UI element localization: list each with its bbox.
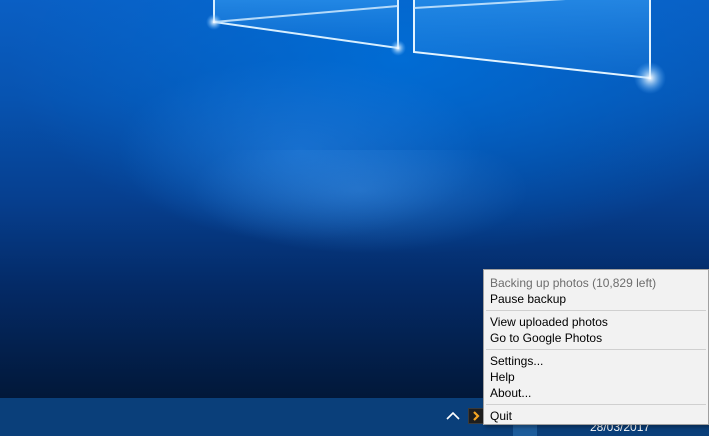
menu-item-view-uploaded-photos[interactable]: View uploaded photos [484, 314, 708, 330]
menu-item-pause-backup[interactable]: Pause backup [484, 291, 708, 307]
menu-item-help[interactable]: Help [484, 369, 708, 385]
menu-separator [486, 310, 706, 311]
menu-item-quit[interactable]: Quit [484, 408, 708, 424]
menu-item-go-to-google-photos[interactable]: Go to Google Photos [484, 330, 708, 346]
menu-separator [486, 349, 706, 350]
menu-item-status: Backing up photos (10,829 left) [490, 276, 657, 290]
tray-context-menu: Backing up photos (10,829 left) Pause ba… [483, 269, 709, 425]
menu-item-about[interactable]: About... [484, 385, 708, 401]
chevron-up-icon [446, 411, 460, 420]
google-photos-backup-tray-icon[interactable] [468, 408, 484, 424]
google-photos-backup-icon [473, 411, 480, 421]
menu-item-settings[interactable]: Settings... [484, 353, 708, 369]
tray-highlight [513, 424, 537, 436]
menu-separator [486, 404, 706, 405]
show-hidden-icons-button[interactable] [443, 406, 463, 426]
